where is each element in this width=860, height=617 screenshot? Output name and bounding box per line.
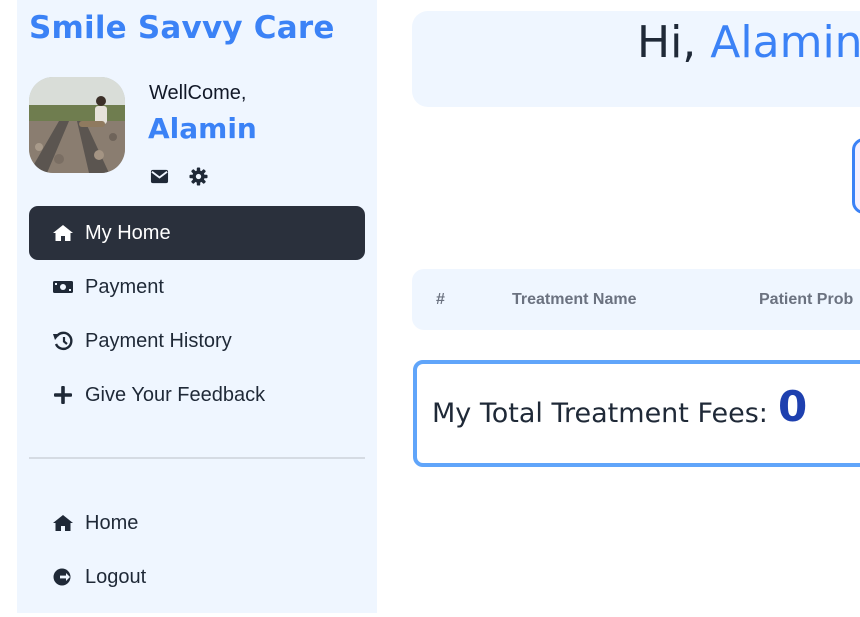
sidebar-item-my-home[interactable]: My Home	[29, 206, 365, 260]
sidebar-item-payment[interactable]: Payment	[29, 260, 365, 314]
column-header-index: #	[436, 291, 445, 308]
sidebar-item-label: Give Your Feedback	[85, 383, 266, 406]
sidebar-item-feedback[interactable]: Give Your Feedback	[29, 368, 365, 422]
sidebar-nav: My Home Payment Payment History Give You…	[29, 206, 365, 422]
gear-icon[interactable]	[189, 167, 208, 186]
total-fees-label: My Total Treatment Fees:	[432, 398, 768, 429]
logout-icon	[52, 567, 74, 587]
sidebar-divider	[29, 457, 365, 459]
sidebar-item-label: Payment	[85, 275, 164, 298]
sidebar-item-label: My Home	[85, 221, 171, 244]
greeting-banner: Hi, Alamin	[412, 11, 860, 107]
user-name: Alamin	[148, 112, 257, 145]
sidebar-item-logout[interactable]: Logout	[29, 550, 365, 604]
avatar[interactable]	[29, 77, 125, 173]
sidebar-item-label: Payment History	[85, 329, 232, 352]
welcome-text: WellCome,	[149, 82, 247, 104]
total-fees-value: 0	[778, 382, 808, 431]
mail-icon[interactable]	[150, 167, 169, 186]
column-header-patient-problem: Patient Prob	[759, 291, 854, 308]
sidebar-item-home[interactable]: Home	[29, 496, 365, 550]
greeting-text: Hi, Alamin	[637, 17, 860, 68]
sidebar-item-label: Logout	[85, 565, 147, 588]
total-fees-card: My Total Treatment Fees: 0	[413, 360, 860, 467]
sidebar: Smile Savvy Care WellCome, Alamin My Hom…	[17, 0, 377, 613]
info-card	[852, 138, 860, 214]
greeting-name: Alamin	[710, 17, 860, 68]
home-icon	[52, 513, 74, 533]
column-header-treatment-name: Treatment Name	[512, 291, 637, 308]
plus-icon	[52, 385, 74, 405]
sidebar-item-label: Home	[85, 511, 139, 534]
greeting-prefix: Hi,	[637, 17, 697, 68]
history-icon	[52, 331, 74, 351]
home-icon	[52, 223, 74, 243]
sidebar-item-payment-history[interactable]: Payment History	[29, 314, 365, 368]
profile-actions	[150, 167, 208, 186]
sidebar-footer-nav: Home Logout	[29, 496, 365, 604]
brand-title[interactable]: Smile Savvy Care	[29, 10, 335, 46]
money-icon	[52, 277, 74, 297]
treatment-table-header: # Treatment Name Patient Prob	[412, 269, 860, 330]
